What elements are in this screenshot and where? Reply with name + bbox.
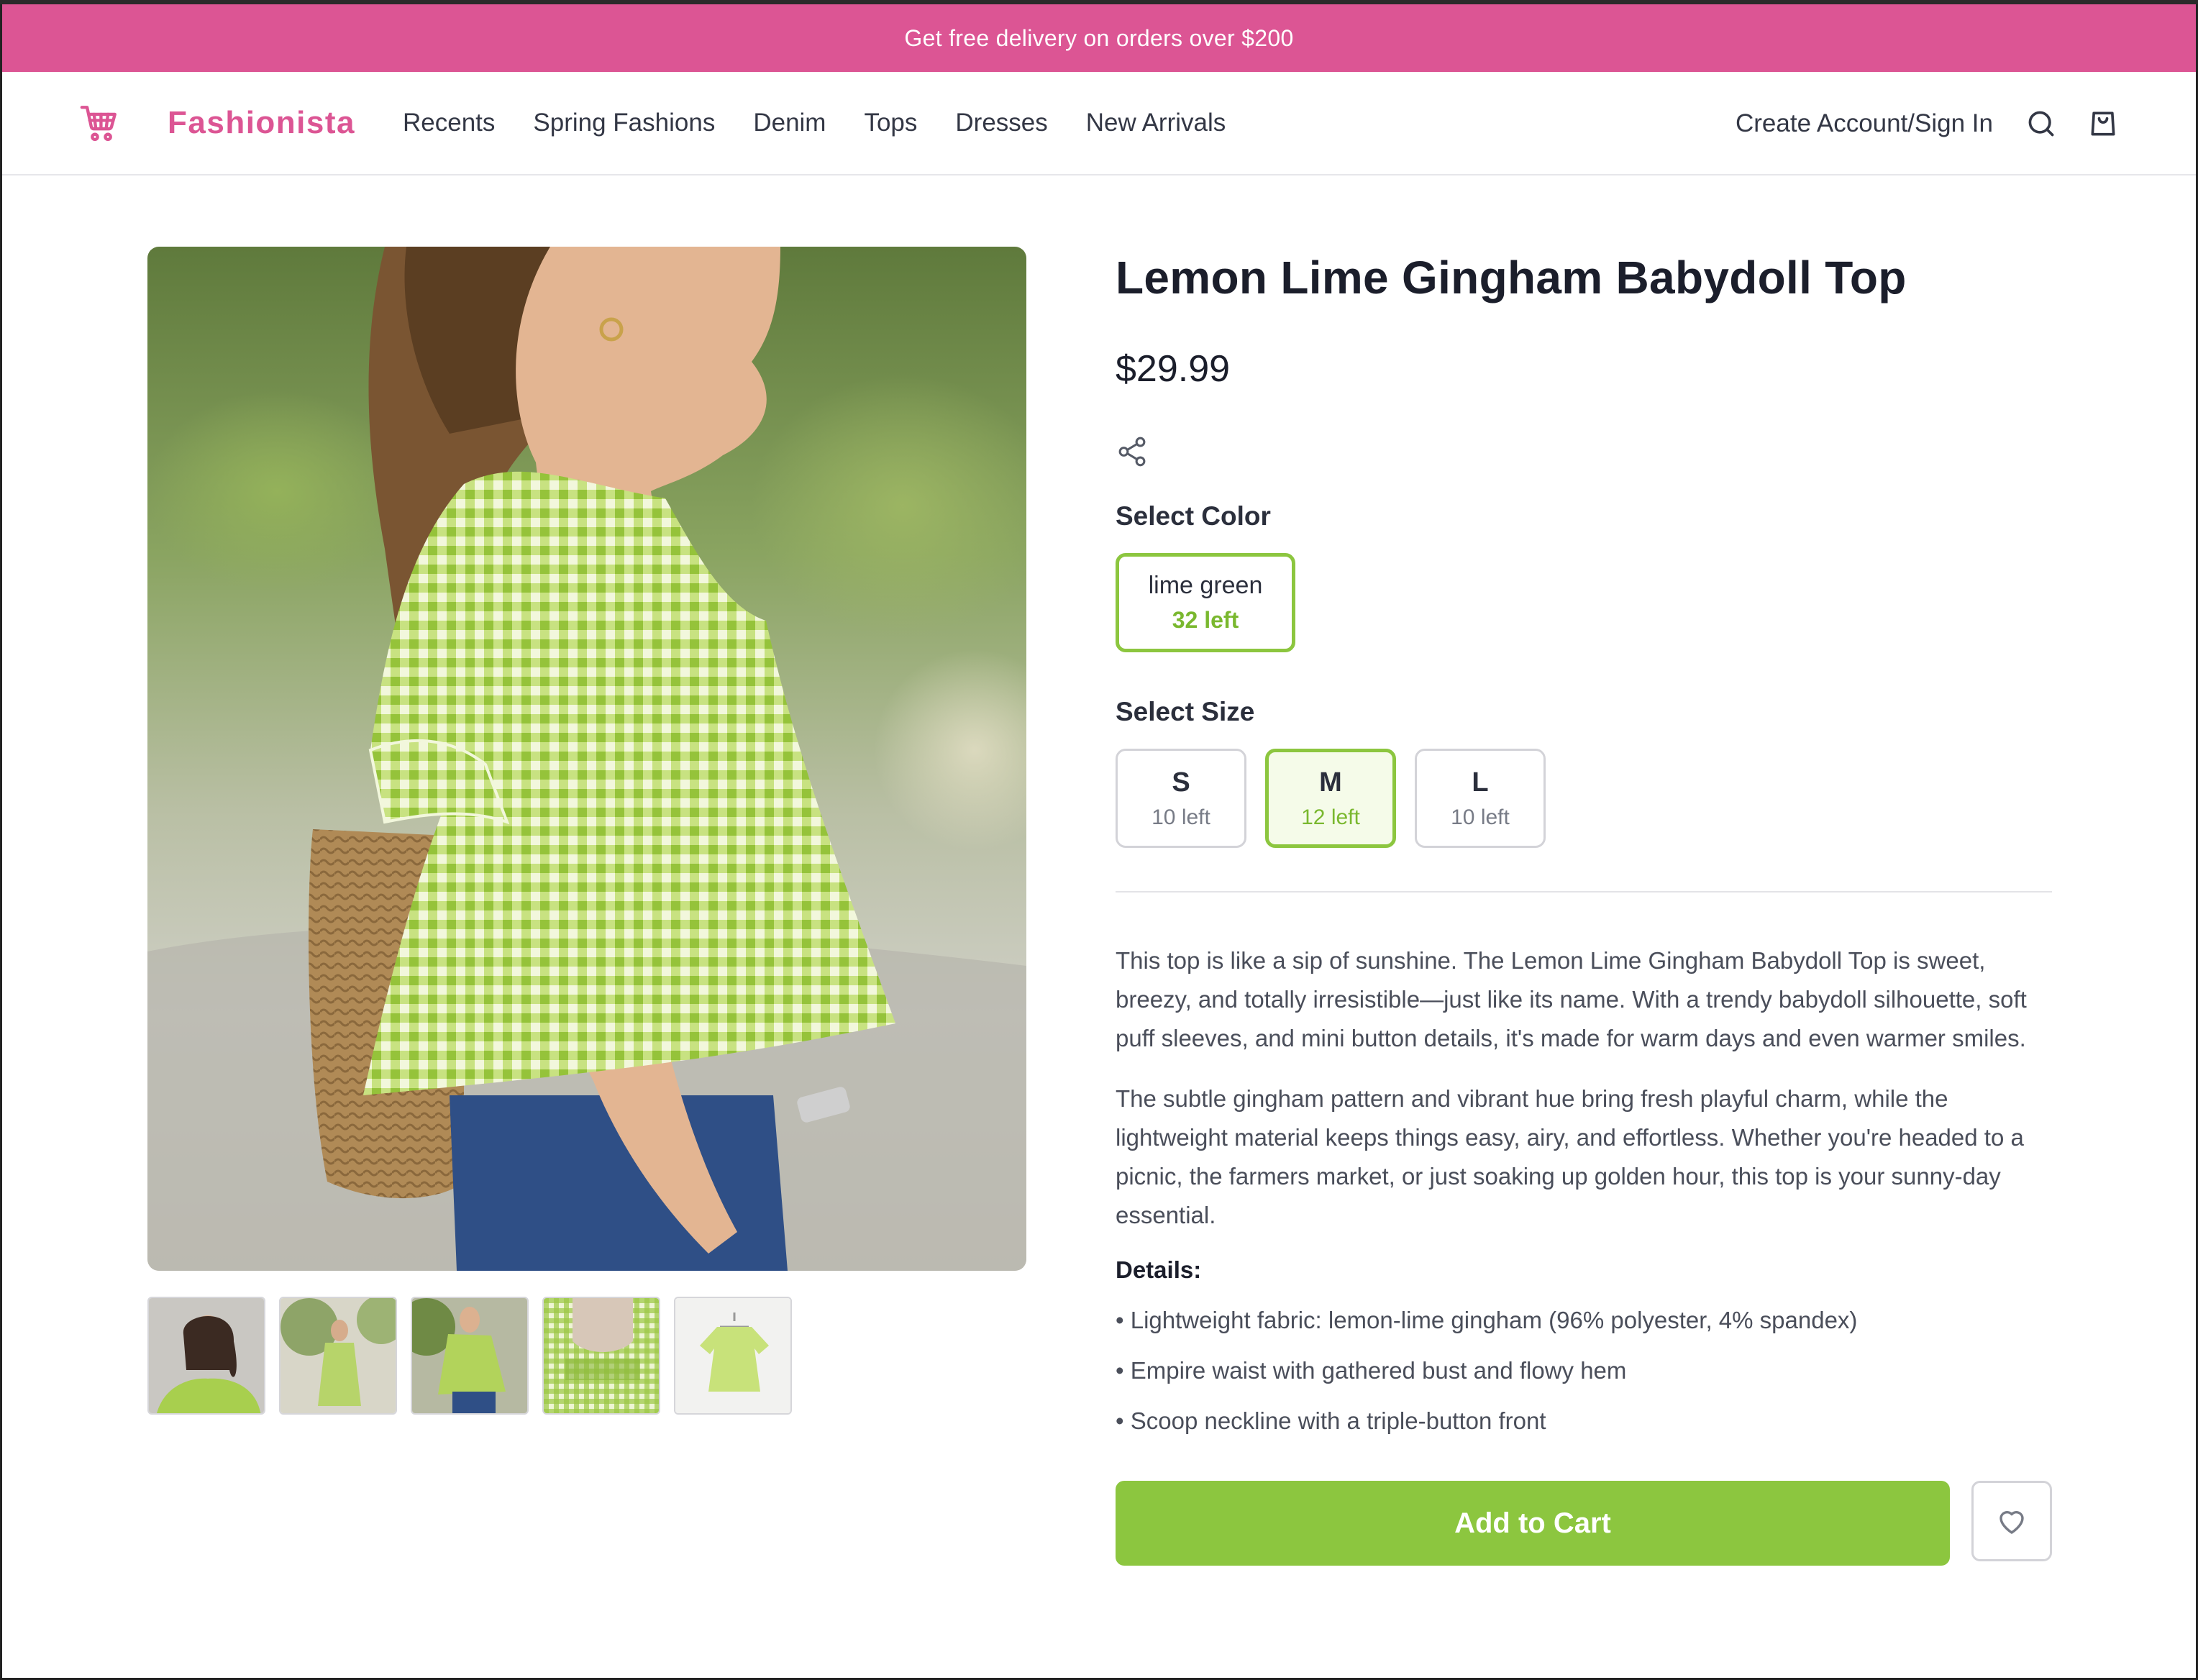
thumbnail-strip: [147, 1297, 806, 1415]
nav-link-dresses[interactable]: Dresses: [955, 109, 1047, 137]
add-to-cart-button[interactable]: Add to Cart: [1116, 1481, 1950, 1566]
brand-name[interactable]: Fashionista: [168, 105, 355, 141]
size-stock: 10 left: [1152, 805, 1210, 829]
size-option-s[interactable]: S 10 left: [1116, 749, 1246, 848]
detail-item: • Scoop neckline with a triple-button fr…: [1116, 1407, 1546, 1434]
divider: [1116, 891, 2052, 892]
nav-right: Create Account/Sign In: [1736, 72, 2120, 175]
shopping-bag-icon[interactable]: [2087, 107, 2120, 140]
thumbnail-5[interactable]: [674, 1297, 792, 1415]
nav-link-denim[interactable]: Denim: [753, 109, 826, 137]
thumbnail-3[interactable]: [411, 1297, 529, 1415]
nav-link-spring-fashions[interactable]: Spring Fashions: [533, 109, 715, 137]
thumbnail-4[interactable]: [542, 1297, 660, 1415]
select-size-label: Select Size: [1116, 697, 1255, 726]
search-icon[interactable]: [2025, 107, 2058, 140]
thumbnail-2[interactable]: [279, 1297, 397, 1415]
account-link[interactable]: Create Account/Sign In: [1736, 109, 1993, 138]
nav-link-tops[interactable]: Tops: [864, 109, 917, 137]
size-option-l[interactable]: L 10 left: [1415, 749, 1546, 848]
details-heading: Details:: [1116, 1256, 1202, 1283]
top-nav: Fashionista Recents Spring Fashions Deni…: [2, 72, 2196, 175]
size-stock: 10 left: [1451, 805, 1510, 829]
size-options: S 10 left M 12 left L 10 left: [1116, 749, 2055, 848]
product-info: Lemon Lime Gingham Babydoll Top $29.99 S…: [1116, 247, 2055, 1566]
nav-link-recents[interactable]: Recents: [403, 109, 495, 137]
description-paragraph-1: This top is like a sip of sunshine. The …: [1116, 947, 2027, 1051]
share-icon[interactable]: [1116, 435, 1149, 468]
thumbnail-1[interactable]: [147, 1297, 265, 1415]
size-name: L: [1472, 767, 1489, 798]
color-name: lime green: [1148, 572, 1263, 599]
product-title: Lemon Lime Gingham Babydoll Top: [1116, 252, 1907, 303]
size-stock: 12 left: [1301, 805, 1360, 829]
product-main-image[interactable]: [147, 247, 1026, 1271]
product-price: $29.99: [1116, 348, 1231, 390]
nav-link-new-arrivals[interactable]: New Arrivals: [1086, 109, 1226, 137]
detail-item: • Empire waist with gathered bust and fl…: [1116, 1357, 1627, 1384]
size-name: S: [1172, 767, 1190, 798]
nav-links: Recents Spring Fashions Denim Tops Dress…: [403, 109, 1264, 137]
color-option-lime-green[interactable]: lime green 32 left: [1116, 553, 1295, 652]
purchase-actions: Add to Cart: [1116, 1481, 2055, 1566]
promo-banner: Get free delivery on orders over $200: [2, 4, 2196, 72]
promo-text: Get free delivery on orders over $200: [904, 24, 1294, 51]
page: Get free delivery on orders over $200 Fa…: [0, 4, 2198, 1680]
description-paragraph-2: The subtle gingham pattern and vibrant h…: [1116, 1085, 2024, 1228]
detail-item: • Lightweight fabric: lemon-lime gingham…: [1116, 1307, 1858, 1333]
color-stock: 32 left: [1172, 607, 1239, 633]
heart-icon[interactable]: [1971, 1481, 2052, 1561]
shopping-cart-icon[interactable]: [78, 102, 120, 144]
size-name: M: [1319, 767, 1342, 798]
select-color-label: Select Color: [1116, 501, 1271, 531]
size-option-m[interactable]: M 12 left: [1265, 749, 1396, 848]
